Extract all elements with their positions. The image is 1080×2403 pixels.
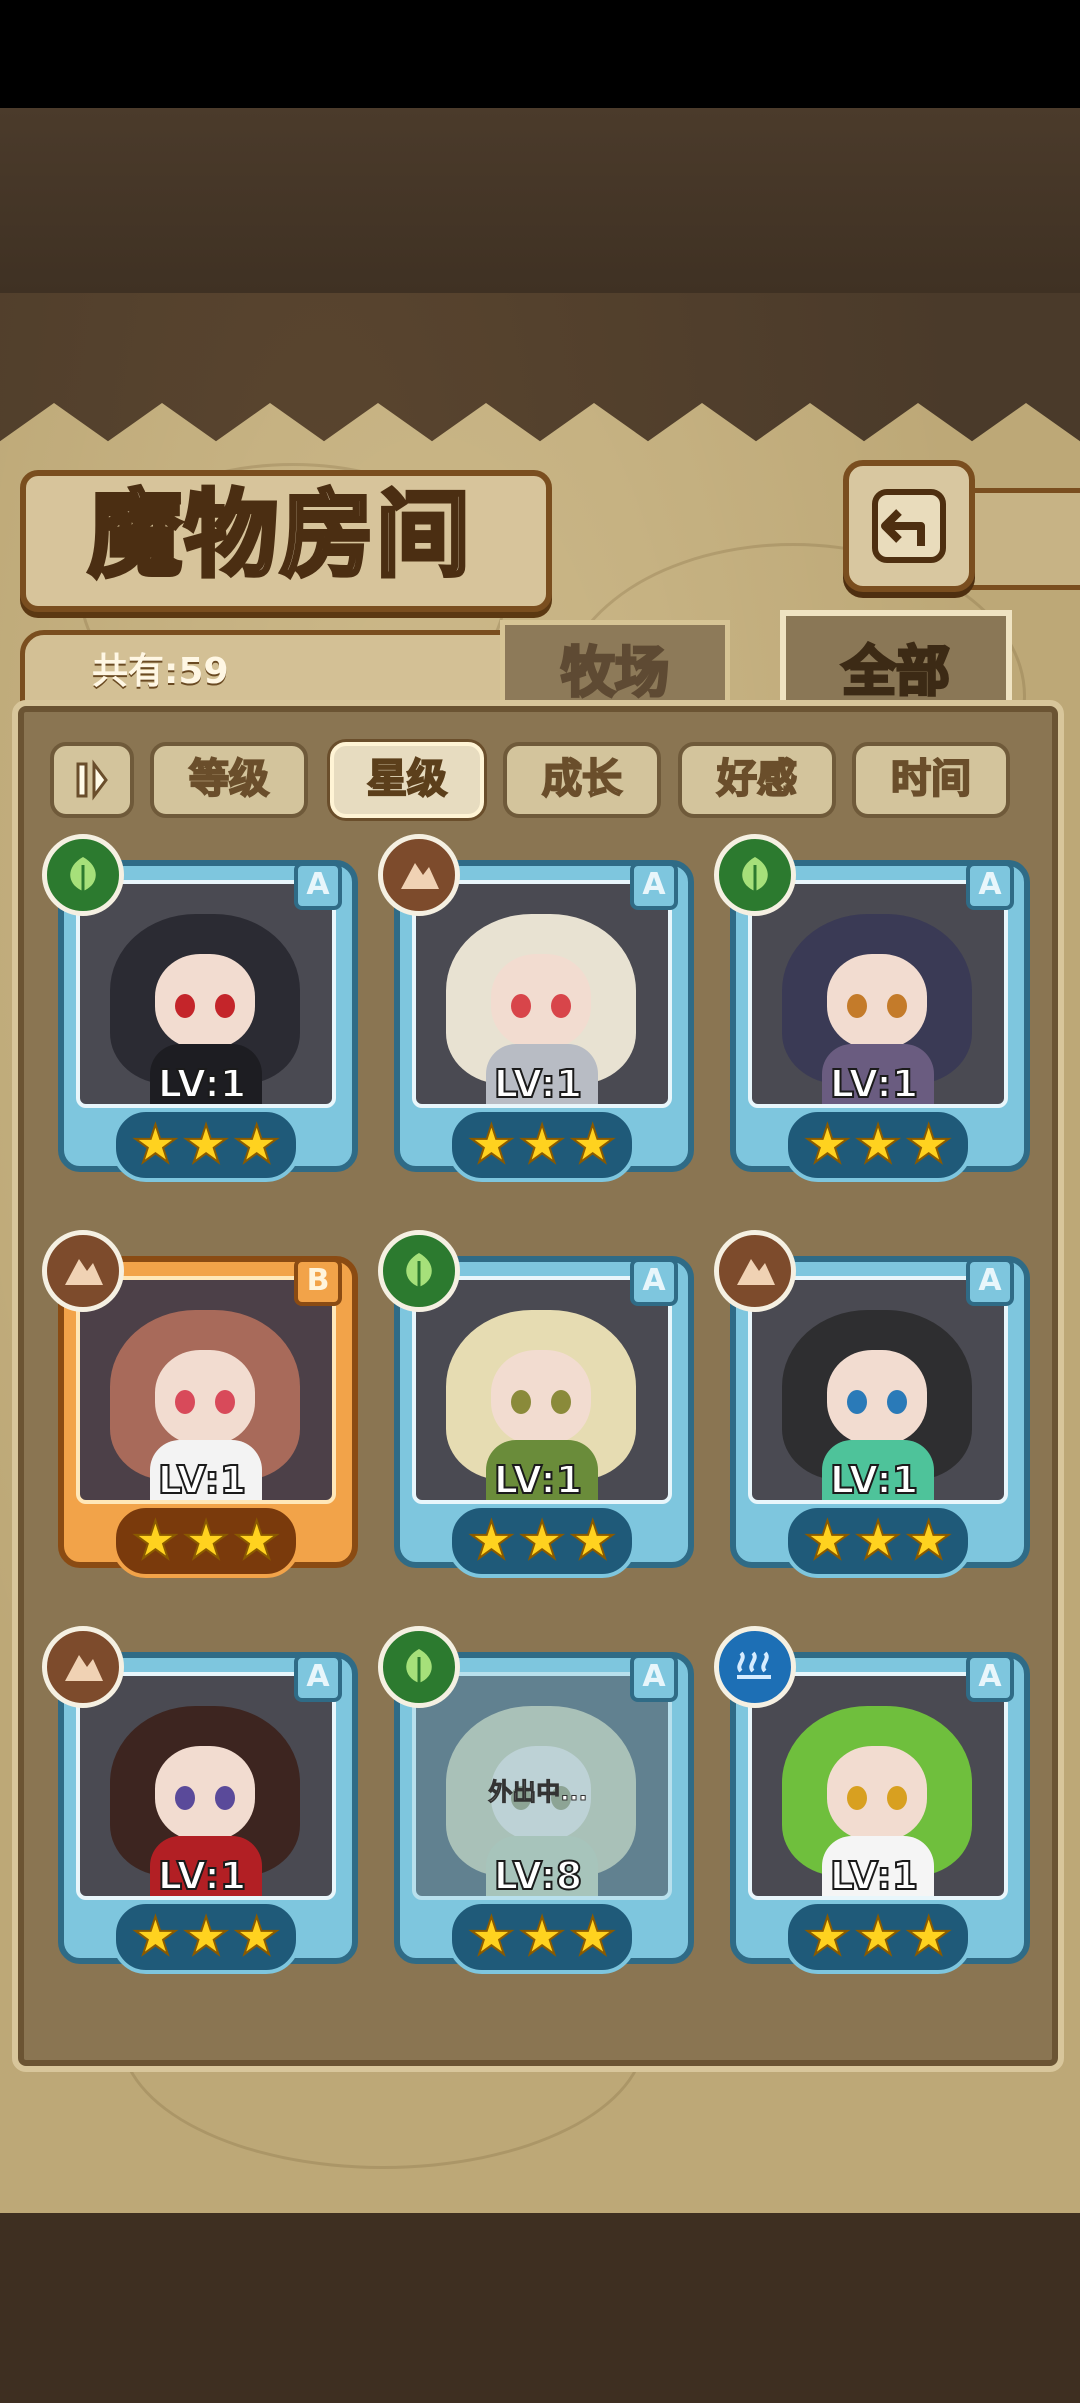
rank-badge: A bbox=[294, 1654, 342, 1702]
level-label: LV:1 bbox=[493, 1457, 583, 1503]
star-icon: ★ bbox=[854, 1907, 903, 1967]
star-icon: ★ bbox=[518, 1115, 567, 1175]
monster-card[interactable]: A LV:1 ★ ★ ★ bbox=[714, 1230, 1030, 1586]
level-label: LV:1 bbox=[157, 1457, 247, 1503]
filter-level-button[interactable]: 等级 bbox=[150, 742, 308, 818]
star-rating: ★ ★ ★ bbox=[448, 1108, 636, 1182]
star-rating: ★ ★ ★ bbox=[112, 1504, 300, 1578]
level-label: LV:1 bbox=[493, 1061, 583, 1107]
level-label: LV:1 bbox=[157, 1061, 247, 1107]
star-icon: ★ bbox=[854, 1115, 903, 1175]
star-rating: ★ ★ ★ bbox=[112, 1900, 300, 1974]
star-icon: ★ bbox=[232, 1511, 281, 1571]
star-icon: ★ bbox=[467, 1907, 516, 1967]
rank-badge: A bbox=[630, 1258, 678, 1306]
star-icon: ★ bbox=[803, 1511, 852, 1571]
rank-badge: A bbox=[966, 1258, 1014, 1306]
star-icon: ★ bbox=[803, 1907, 852, 1967]
star-rating: ★ ★ ★ bbox=[784, 1504, 972, 1578]
star-icon: ★ bbox=[803, 1115, 852, 1175]
element-rock-icon bbox=[42, 1230, 124, 1312]
monster-card[interactable]: A 外出中... LV:8 ★ ★ ★ bbox=[378, 1626, 694, 1982]
back-button[interactable] bbox=[843, 460, 975, 592]
monster-card[interactable]: A LV:1 ★ ★ ★ bbox=[378, 1230, 694, 1586]
level-label: LV:8 bbox=[493, 1853, 583, 1899]
rank-badge: A bbox=[966, 1654, 1014, 1702]
star-icon: ★ bbox=[568, 1511, 617, 1571]
star-icon: ★ bbox=[904, 1907, 953, 1967]
level-label: LV:1 bbox=[829, 1061, 919, 1107]
filter-time-button[interactable]: 时间 bbox=[852, 742, 1010, 818]
star-icon: ★ bbox=[131, 1907, 180, 1967]
background-bottom-band bbox=[0, 2213, 1080, 2403]
star-icon: ★ bbox=[182, 1115, 231, 1175]
level-label: LV:1 bbox=[157, 1853, 247, 1899]
star-icon: ★ bbox=[904, 1511, 953, 1571]
element-leaf-icon bbox=[378, 1626, 460, 1708]
sort-order-toggle[interactable] bbox=[50, 742, 134, 818]
level-label: LV:1 bbox=[829, 1457, 919, 1503]
monster-card[interactable]: A LV:1 ★ ★ ★ bbox=[378, 834, 694, 1190]
element-rock-icon bbox=[378, 834, 460, 916]
level-label: LV:1 bbox=[829, 1853, 919, 1899]
star-icon: ★ bbox=[854, 1511, 903, 1571]
rank-badge: A bbox=[630, 862, 678, 910]
star-icon: ★ bbox=[518, 1907, 567, 1967]
star-icon: ★ bbox=[232, 1115, 281, 1175]
monster-card[interactable]: A LV:1 ★ ★ ★ bbox=[714, 834, 1030, 1190]
status-label: 外出中... bbox=[488, 1778, 588, 1807]
back-button-rail bbox=[960, 488, 1080, 590]
star-icon: ★ bbox=[904, 1115, 953, 1175]
star-rating: ★ ★ ★ bbox=[112, 1108, 300, 1182]
element-leaf-icon bbox=[714, 834, 796, 916]
return-arrow-icon bbox=[872, 489, 946, 563]
monster-card[interactable]: B LV:1 ★ ★ ★ bbox=[42, 1230, 358, 1586]
rank-badge: A bbox=[630, 1654, 678, 1702]
star-rating: ★ ★ ★ bbox=[448, 1900, 636, 1974]
star-icon: ★ bbox=[131, 1511, 180, 1571]
star-icon: ★ bbox=[467, 1511, 516, 1571]
star-icon: ★ bbox=[232, 1907, 281, 1967]
star-icon: ★ bbox=[182, 1511, 231, 1571]
star-icon: ★ bbox=[131, 1115, 180, 1175]
star-icon: ★ bbox=[568, 1907, 617, 1967]
filter-affection-button[interactable]: 好感 bbox=[678, 742, 836, 818]
star-icon: ★ bbox=[568, 1115, 617, 1175]
star-icon: ★ bbox=[467, 1115, 516, 1175]
element-rock-icon bbox=[714, 1230, 796, 1312]
element-leaf-icon bbox=[378, 1230, 460, 1312]
page-title: 魔物房间 bbox=[86, 478, 472, 592]
filter-star-button[interactable]: 星级 bbox=[330, 742, 484, 818]
star-rating: ★ ★ ★ bbox=[784, 1900, 972, 1974]
star-rating: ★ ★ ★ bbox=[448, 1504, 636, 1578]
star-icon: ★ bbox=[518, 1511, 567, 1571]
monster-count: 共有:59 bbox=[92, 651, 229, 692]
element-water-icon bbox=[714, 1626, 796, 1708]
monster-card[interactable]: A LV:1 ★ ★ ★ bbox=[714, 1626, 1030, 1982]
rank-badge: A bbox=[294, 862, 342, 910]
rank-badge: B bbox=[294, 1258, 342, 1306]
filter-growth-button[interactable]: 成长 bbox=[503, 742, 661, 818]
monster-card[interactable]: A LV:1 ★ ★ ★ bbox=[42, 1626, 358, 1982]
monster-card[interactable]: A LV:1 ★ ★ ★ bbox=[42, 834, 358, 1190]
background-top-band bbox=[0, 108, 1080, 293]
element-rock-icon bbox=[42, 1626, 124, 1708]
sort-order-icon bbox=[76, 759, 108, 801]
rank-badge: A bbox=[966, 862, 1014, 910]
star-rating: ★ ★ ★ bbox=[784, 1108, 972, 1182]
star-icon: ★ bbox=[182, 1907, 231, 1967]
element-leaf-icon bbox=[42, 834, 124, 916]
